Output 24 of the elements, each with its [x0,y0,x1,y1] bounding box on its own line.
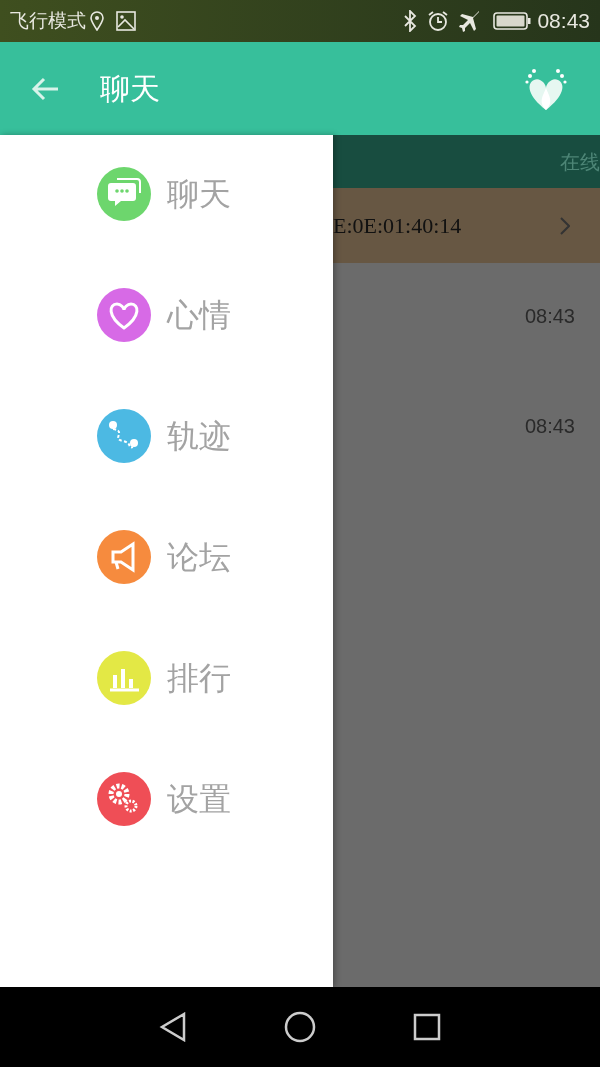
drawer-item[interactable]: 论坛 [0,530,333,651]
clock: 08:43 [537,8,590,35]
drawer-item[interactable]: 设置 [0,772,333,893]
device-id: E:0E:01:40:14 [333,212,462,240]
message-time: 08:43 [524,304,575,329]
back-icon[interactable] [158,1012,187,1042]
battery-icon [493,12,532,30]
drawer-item[interactable]: 聊天 [0,167,333,288]
alarm-icon [427,10,450,32]
home-icon[interactable] [284,1011,316,1043]
tab[interactable]: 在线 [560,146,600,177]
image-icon [116,11,136,31]
bluetooth-icon [403,10,418,32]
recents-icon[interactable] [413,1013,442,1041]
airplane-icon [459,10,482,32]
airplane-mode-label: 飞行模式 [10,8,86,33]
drawer-item[interactable]: 轨迹 [0,409,333,530]
chevron-right-icon [560,216,570,235]
device-row[interactable]: E:0E:01:40:14 [333,188,600,263]
screen-title: 聊天 [100,71,160,107]
drawer-item[interactable]: 心情 [0,288,333,409]
message-time: 08:43 [524,414,575,439]
drawer-item[interactable]: 排行 [0,651,333,772]
location-icon [90,11,104,31]
